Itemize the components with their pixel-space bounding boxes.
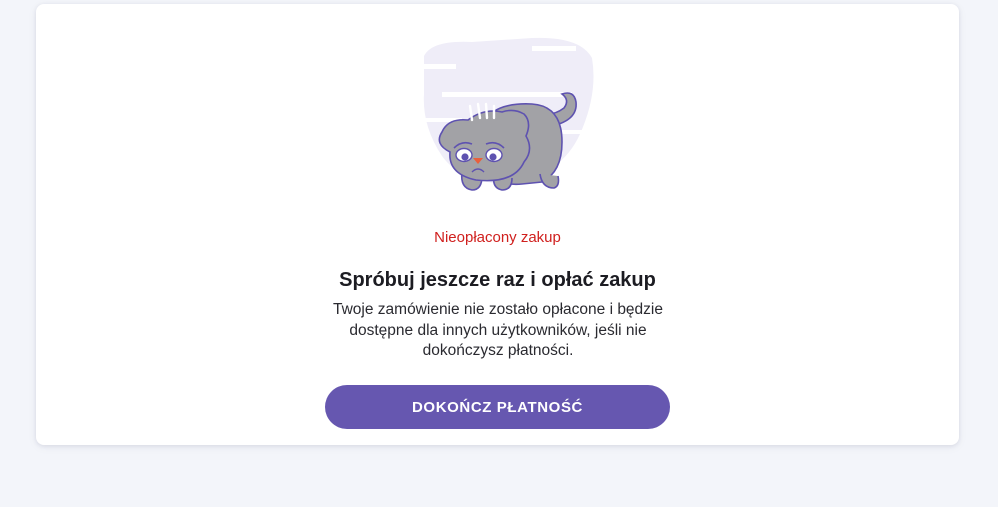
payment-status-label: Nieopłacony zakup	[434, 229, 561, 246]
page-title: Spróbuj jeszcze raz i opłać zakup	[339, 269, 656, 291]
complete-payment-button[interactable]: DOKOŃCZ PŁATNOŚĆ	[325, 385, 670, 429]
sad-cat-icon	[402, 34, 602, 194]
payment-failed-card: Nieopłacony zakup Spróbuj jeszcze raz i …	[36, 4, 959, 445]
payment-description: Twoje zamówienie nie zostało opłacone i …	[332, 301, 663, 359]
